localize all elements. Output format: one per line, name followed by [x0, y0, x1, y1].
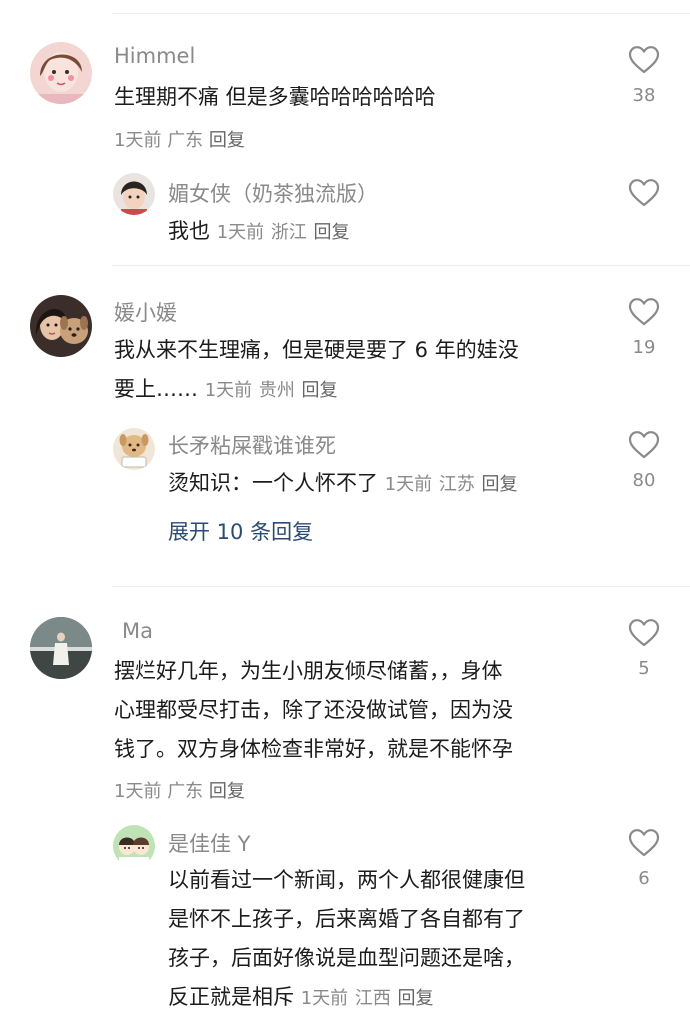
reply-location: 浙江: [270, 222, 307, 243]
reply-text-line: 以前看过一个新闻，两个人都很健康但: [168, 868, 525, 892]
reply-text-line: 孩子，后面好像说是血型问题还是啥，: [168, 946, 525, 970]
reply-text-line: 我也 1天前 浙江 回复: [168, 211, 588, 253]
comment-location: 广东: [167, 781, 204, 802]
comment-time: 1天前: [204, 380, 253, 401]
reply-button[interactable]: 回复: [209, 781, 245, 802]
reply-text-line: 反正就是相斥 1天前 江西 回复: [168, 977, 434, 1019]
like-heart-icon[interactable]: [628, 45, 660, 75]
dog-meme-avatar[interactable]: [113, 428, 155, 470]
comment-text-line: 钱了。双方身体检查非常好，就是不能怀孕: [114, 737, 513, 761]
comment-time: 1天前: [114, 130, 162, 151]
like-heart-icon[interactable]: [628, 828, 660, 858]
reply-time: 1天前: [300, 988, 349, 1009]
reply-text: 我也: [168, 219, 210, 243]
comment-meta: 1天前 广东 回复: [114, 126, 245, 152]
reply-time: 1天前: [216, 222, 265, 243]
like-heart-icon[interactable]: [628, 178, 660, 208]
girl-with-dog-avatar[interactable]: [30, 295, 92, 357]
reply-text: 反正就是相斥: [168, 985, 294, 1009]
expand-replies-button[interactable]: 展开 10 条回复: [168, 516, 313, 546]
reply-button[interactable]: 回复: [209, 130, 245, 151]
reply-username[interactable]: 长矛粘屎戳谁谁死: [168, 430, 336, 460]
reply-button[interactable]: 回复: [302, 380, 338, 401]
like-count: 19: [632, 337, 656, 358]
like-count: 38: [632, 85, 656, 106]
comment-text: 要上……: [114, 377, 198, 401]
comment-text-line: 摆烂好几年，为生小朋友倾尽储蓄，，身体: [114, 659, 503, 683]
comment-text-line: 我从来不生理痛，但是硬是要了 6 年的娃没: [114, 338, 519, 362]
comment-time: 1天前: [114, 781, 162, 802]
child-avatar[interactable]: [113, 173, 155, 215]
comment-username[interactable]: 媛小媛: [114, 297, 177, 327]
reply-location: 江西: [354, 988, 391, 1009]
like-count: 5: [638, 658, 650, 679]
reply-button[interactable]: 回复: [482, 474, 518, 495]
like-heart-icon[interactable]: [628, 297, 660, 327]
comment-location: 贵州: [258, 380, 295, 401]
reply-time: 1天前: [384, 474, 433, 495]
like-heart-icon[interactable]: [628, 618, 660, 648]
landscape-person-avatar[interactable]: [30, 617, 92, 679]
like-count: 6: [638, 868, 650, 889]
reply-text: 烫知识：一个人怀不了: [168, 471, 378, 495]
like-count: 80: [632, 470, 656, 491]
reply-button[interactable]: 回复: [314, 222, 350, 243]
reply-text-line: 是怀不上孩子，后来离婚了各自都有了: [168, 907, 525, 931]
reply-text-line: 烫知识：一个人怀不了 1天前 江苏 回复: [168, 463, 518, 505]
comment-username[interactable]: Ma: [122, 619, 153, 643]
comment-divider: [112, 265, 690, 266]
like-heart-icon[interactable]: [628, 430, 660, 460]
comment-username[interactable]: Himmel: [114, 44, 195, 68]
reply-location: 江苏: [438, 474, 475, 495]
top-divider: [112, 13, 690, 14]
girl-selfie-avatar[interactable]: [30, 42, 92, 104]
comment-text-line: 心理都受尽打击，除了还没做试管，因为没: [114, 698, 513, 722]
comment-text: 生理期不痛 但是多囊哈哈哈哈哈哈: [114, 85, 436, 109]
reply-button[interactable]: 回复: [398, 988, 434, 1009]
comment-location: 广东: [167, 130, 204, 151]
cartoon-couple-avatar[interactable]: [113, 825, 155, 867]
reply-username[interactable]: 是佳佳 Y: [168, 828, 251, 858]
comment-meta: 1天前 广东 回复: [114, 777, 245, 803]
comment-divider: [112, 586, 690, 587]
comment-text-line: 要上…… 1天前 贵州 回复: [114, 369, 338, 411]
reply-username[interactable]: 媚女侠（奶茶独流版）: [168, 178, 378, 208]
